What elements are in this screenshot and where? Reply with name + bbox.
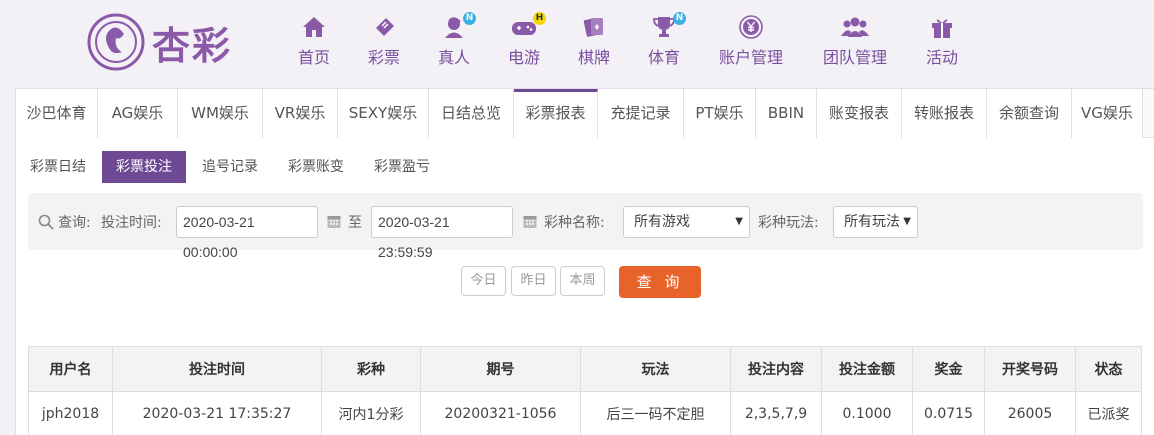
report-panel: 沙巴体育 AG娱乐 WM娱乐 VR娱乐 SEXY娱乐 日结总览 彩票报表 充提记… (15, 88, 1154, 435)
play-select[interactable]: 所有玩法 ▼ (833, 206, 918, 238)
to-label: 至 (348, 214, 362, 231)
nav-label: 首页 (297, 48, 330, 67)
report-tabs: 沙巴体育 AG娱乐 WM娱乐 VR娱乐 SEXY娱乐 日结总览 彩票报表 充提记… (16, 88, 1154, 138)
nav-label: 彩票 (367, 48, 400, 67)
nav-item-egames[interactable]: H 电游 (506, 12, 546, 74)
nav-item-sports[interactable]: N 体育 (646, 12, 686, 74)
col-lottery: 彩种 (321, 346, 421, 392)
calendar-icon[interactable] (523, 214, 537, 229)
cell-bet-content: 2,3,5,7,9 (730, 391, 822, 435)
home-icon (303, 17, 325, 37)
col-status: 状态 (1075, 346, 1142, 392)
tab-pt[interactable]: PT娱乐 (684, 89, 756, 138)
bets-table: 用户名 投注时间 彩种 期号 玩法 投注内容 投注金额 奖金 开奖号码 状态 j… (28, 346, 1142, 435)
tab-vr[interactable]: VR娱乐 (263, 89, 338, 138)
tab-sexy[interactable]: SEXY娱乐 (338, 89, 429, 138)
col-bet-time: 投注时间 (112, 346, 322, 392)
caret-down-icon: ▼ (735, 216, 743, 227)
nav-label: 团队管理 (822, 48, 887, 67)
tab-balance-query[interactable]: 余额查询 (987, 89, 1072, 138)
nav-item-lottery[interactable]: 彩票 (366, 14, 402, 74)
cell-lottery: 河内1分彩 (321, 391, 421, 435)
filter-bar: 查询: 投注时间: 2020-03-21 00:00:00 至 2020-03-… (28, 193, 1143, 260)
cell-prize: 0.0715 (912, 391, 985, 435)
hot-badge: H (533, 12, 546, 25)
nav-label: 真人 (437, 48, 470, 67)
caret-down-icon: ▼ (903, 216, 911, 227)
cell-play: 后三一码不定胆 (580, 391, 731, 435)
search-button[interactable]: 查 询 (619, 266, 701, 298)
yen-coin-icon (739, 15, 763, 39)
team-icon (841, 17, 869, 37)
table-header-row: 用户名 投注时间 彩种 期号 玩法 投注内容 投注金额 奖金 开奖号码 状态 (28, 346, 1142, 392)
col-username: 用户名 (28, 346, 113, 392)
subtab-lottery-account-change[interactable]: 彩票账变 (274, 151, 358, 183)
subtab-lottery-profit-loss[interactable]: 彩票盈亏 (360, 151, 444, 183)
cell-draw-number: 26005 (984, 391, 1076, 435)
this-week-button[interactable]: 本周 (560, 266, 605, 296)
cards-icon (583, 18, 603, 37)
logo-emblem-icon (87, 13, 145, 71)
tab-bbin[interactable]: BBIN (756, 89, 817, 138)
lottery-subtabs: 彩票日结 彩票投注 追号记录 彩票账变 彩票盈亏 (16, 151, 446, 183)
col-play: 玩法 (580, 346, 731, 392)
nav-item-chess-cards[interactable]: 棋牌 (576, 14, 612, 74)
new-badge: N (463, 12, 476, 25)
tab-wm[interactable]: WM娱乐 (178, 89, 263, 138)
site-logo[interactable]: 杏彩 (86, 12, 232, 72)
lottery-name-label: 彩种名称: (544, 214, 605, 231)
tab-deposit-withdraw[interactable]: 充提记录 (598, 89, 684, 138)
col-draw-number: 开奖号码 (984, 346, 1076, 392)
ticket-icon (376, 18, 394, 36)
tab-daily-overview[interactable]: 日结总览 (429, 89, 514, 138)
tab-account-change[interactable]: 账变报表 (817, 89, 902, 138)
brand-name: 杏彩 (152, 22, 233, 68)
subtab-lottery-daily[interactable]: 彩票日结 (16, 151, 100, 183)
status-badge: 已派奖 (1075, 391, 1142, 435)
search-icon (38, 214, 54, 230)
col-issue: 期号 (420, 346, 581, 392)
bet-time-label: 投注时间: (101, 214, 162, 231)
query-label-group: 查询: (38, 193, 91, 250)
nav-item-home[interactable]: 首页 (296, 14, 332, 74)
subtab-lottery-bets[interactable]: 彩票投注 (102, 151, 186, 183)
start-time-input[interactable]: 2020-03-21 00:00:00 (176, 206, 318, 260)
nav-label: 棋牌 (577, 48, 610, 67)
yesterday-button[interactable]: 昨日 (511, 266, 556, 296)
top-header: 杏彩 首页 彩票 N 真人 H 电游 棋牌 N 体育 账户管理 团队管理 活动 (0, 0, 1154, 88)
tab-lottery-report[interactable]: 彩票报表 (514, 89, 598, 138)
end-time-input[interactable]: 2020-03-21 23:59:59 (371, 206, 513, 260)
cell-bet-time: 2020-03-21 17:35:27 (112, 391, 322, 435)
query-label: 查询: (58, 214, 91, 231)
play-value: 所有玩法 (844, 214, 900, 230)
nav-label: 电游 (507, 48, 540, 67)
subtab-chase-records[interactable]: 追号记录 (188, 151, 272, 183)
nav-label: 体育 (647, 48, 680, 67)
cell-bet-amount: 0.1000 (821, 391, 913, 435)
col-bet-amount: 投注金额 (821, 346, 913, 392)
new-badge: N (673, 12, 686, 25)
nav-item-live[interactable]: N 真人 (436, 12, 476, 74)
nav-item-account[interactable]: 账户管理 (717, 14, 785, 74)
table-row[interactable]: jph2018 2020-03-21 17:35:27 河内1分彩 202003… (28, 391, 1142, 435)
today-button[interactable]: 今日 (461, 266, 506, 296)
cell-issue: 20200321-1056 (420, 391, 581, 435)
nav-label: 账户管理 (718, 48, 783, 67)
col-prize: 奖金 (912, 346, 985, 392)
nav-item-promotions[interactable]: 活动 (924, 14, 960, 74)
nav-item-team[interactable]: 团队管理 (821, 14, 889, 74)
col-bet-content: 投注内容 (730, 346, 822, 392)
tab-ag[interactable]: AG娱乐 (98, 89, 178, 138)
tab-transfer-report[interactable]: 转账报表 (902, 89, 987, 138)
gift-icon (932, 19, 952, 38)
tab-saba-sports[interactable]: 沙巴体育 (16, 89, 98, 138)
lottery-name-select[interactable]: 所有游戏 ▼ (623, 206, 750, 238)
nav-label: 活动 (925, 48, 958, 67)
calendar-icon[interactable] (327, 214, 341, 229)
tab-vg[interactable]: VG娱乐 (1072, 89, 1143, 138)
lottery-name-value: 所有游戏 (634, 214, 690, 230)
play-label: 彩种玩法: (758, 214, 819, 231)
cell-username: jph2018 (28, 391, 113, 435)
